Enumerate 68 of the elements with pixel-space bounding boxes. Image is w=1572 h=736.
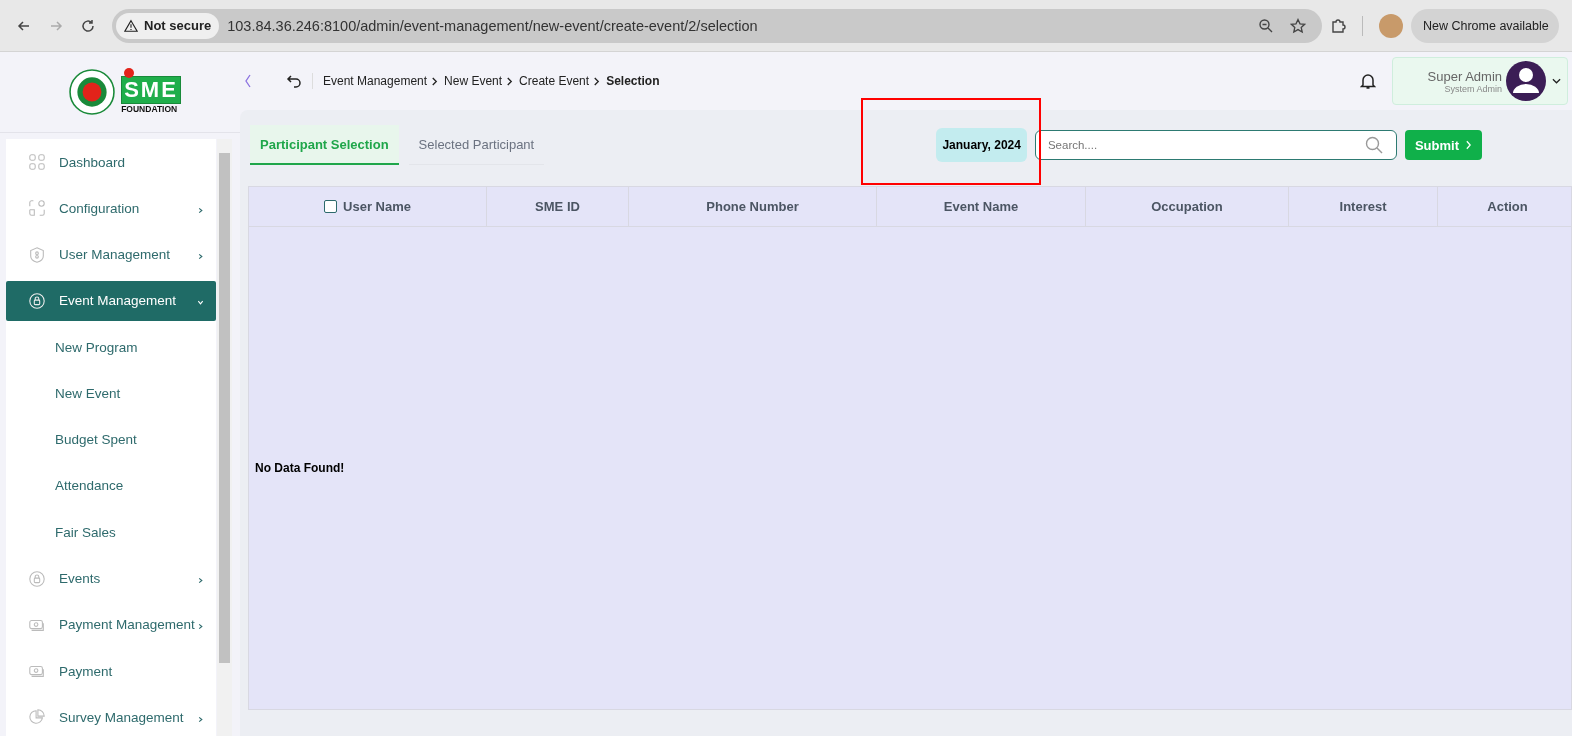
column-header: Occupation [1151,199,1223,214]
scrollbar-thumb[interactable] [219,153,230,663]
update-button[interactable]: New Chrome available [1411,8,1559,43]
bell-icon[interactable] [1360,72,1376,90]
chevron-right-icon [197,623,204,631]
chevron-right-icon [593,76,601,86]
submenu-item[interactable]: Budget Spent [6,416,216,463]
avatar-icon [1506,61,1546,101]
breadcrumb-link[interactable]: New Event [444,74,503,88]
undo-icon[interactable] [286,73,302,89]
security-chip[interactable]: Not secure [116,12,220,39]
sidebar-item[interactable]: User Management [6,231,216,278]
chevron-right-icon [431,76,439,86]
sidebar-item[interactable]: Survey Management [6,694,216,736]
chevron-right-icon [197,206,204,214]
chevron-right-icon [197,715,204,723]
user-name: Super Admin [1427,68,1502,84]
column-header: Interest [1339,199,1387,214]
submenu-item[interactable]: Attendance [6,462,216,510]
puzzle-icon[interactable] [1330,17,1346,34]
month-badge[interactable]: January, 2024 [936,128,1027,162]
url-text: 103.84.36.246:8100/admin/event-management/new-event/create-event/2/selection [227,17,758,34]
sidebar-item[interactable]: Payment [6,647,216,695]
sidebar-item[interactable]: Event Management [6,280,216,321]
chevron-right-icon [1465,140,1472,150]
menu-icon [28,199,46,218]
checkbox[interactable] [324,200,338,213]
logo-text: SME [121,76,181,104]
logo-dot-icon [124,68,135,78]
star-icon[interactable] [1290,17,1306,34]
empty-message: No Data Found! [255,461,345,475]
reload-icon[interactable] [80,17,96,34]
collapse-icon[interactable] [244,73,252,89]
breadcrumb-link[interactable]: Event Management [323,74,428,88]
sidebar-item[interactable]: Events [6,555,216,602]
column-header: User Name [343,199,411,214]
breadcrumb-link[interactable]: Selection [606,74,660,88]
submenu-item[interactable]: Fair Sales [6,509,216,556]
chevron-right-icon [506,76,514,86]
tab[interactable]: Selected Participant [408,125,545,165]
column-header: Action [1487,199,1528,214]
chevron-right-icon [197,577,204,584]
sidebar-item[interactable]: Payment Management [6,601,216,648]
sidebar-item[interactable]: Dashboard [6,139,216,186]
chevron-down-icon [1552,78,1561,84]
user-menu[interactable]: Super Admin System Admin [1392,57,1568,105]
column-header: Phone Number [706,199,799,214]
breadcrumb-link[interactable]: Create Event [519,74,590,88]
chevron-down-icon [197,299,204,307]
logo-subtitle: FOUNDATION [121,104,179,114]
zoom-icon[interactable] [1258,17,1274,34]
menu-icon [28,708,46,727]
emblem-icon [69,69,116,115]
user-role: System Admin [1444,83,1502,94]
warning-icon [124,18,138,33]
submenu-item[interactable]: New Event [6,370,216,417]
column-header: Event Name [943,199,1019,214]
menu-icon [28,291,46,310]
menu-icon [28,245,46,264]
sidebar-item[interactable]: Configuration [6,185,216,232]
chevron-right-icon [197,253,204,261]
address-bar[interactable]: Not secure 103.84.36.246:8100/admin/event-management/new-event/create-event/2/selection [112,8,1322,43]
search-field[interactable]: Search.... [1034,130,1397,160]
search-icon [1364,136,1383,154]
menu-icon [28,153,46,172]
column-header: SME ID [535,199,580,214]
menu-icon [28,569,46,588]
submenu-item[interactable]: New Program [6,323,216,371]
